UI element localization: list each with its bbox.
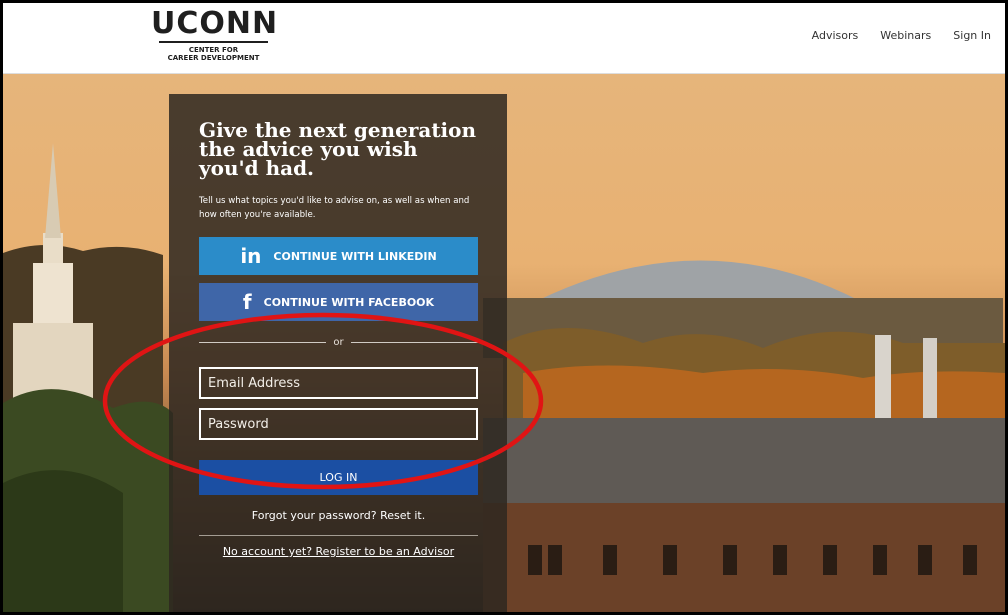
hero-headline: Give the next generation the advice you …: [199, 118, 477, 180]
continue-with-linkedin-button[interactable]: in CONTINUE WITH LINKEDIN: [199, 237, 478, 275]
nav-link-advisors[interactable]: Advisors: [812, 29, 859, 42]
logo-rule: [159, 41, 268, 43]
nav-link-webinars[interactable]: Webinars: [880, 29, 931, 42]
logo-wordmark: UCONN: [151, 6, 279, 41]
hero-subtext: Tell us what topics you'd like to advise…: [199, 196, 470, 220]
forgot-password-link[interactable]: Forgot your password? Reset it.: [199, 509, 478, 522]
logo-subtitle-line-2: CAREER DEVELOPMENT: [167, 54, 260, 62]
linkedin-button-label: CONTINUE WITH LINKEDIN: [273, 249, 437, 263]
form-separator: [199, 535, 478, 536]
email-field[interactable]: [199, 367, 478, 399]
register-advisor-link[interactable]: No account yet? Register to be an Adviso…: [199, 545, 478, 558]
facebook-button-label: CONTINUE WITH FACEBOOK: [263, 295, 435, 309]
logo-subtitle-line-1: CENTER FOR: [188, 46, 239, 54]
divider-line-left: [199, 341, 327, 343]
divider-text: or: [333, 336, 344, 348]
divider-line-right: [350, 341, 479, 343]
forgot-password-text: Forgot your password? Reset it.: [251, 509, 426, 522]
nav-link-sign-in[interactable]: Sign In: [953, 29, 991, 42]
uconn-logo[interactable]: UCONN CENTER FOR CAREER DEVELOPMENT: [151, 6, 279, 63]
top-nav: Advisors Webinars Sign In: [812, 29, 991, 42]
log-in-button-label: LOG IN: [319, 471, 358, 484]
linkedin-icon: in: [240, 244, 262, 268]
facebook-icon: f: [242, 290, 252, 314]
or-divider: or: [199, 334, 479, 350]
continue-with-facebook-button[interactable]: f CONTINUE WITH FACEBOOK: [199, 283, 478, 321]
password-field[interactable]: [199, 408, 478, 440]
browser-frame: UCONN CENTER FOR CAREER DEVELOPMENT Advi…: [0, 0, 1008, 615]
site-header: UCONN CENTER FOR CAREER DEVELOPMENT Advi…: [3, 3, 1005, 74]
log-in-button[interactable]: LOG IN: [199, 460, 478, 495]
